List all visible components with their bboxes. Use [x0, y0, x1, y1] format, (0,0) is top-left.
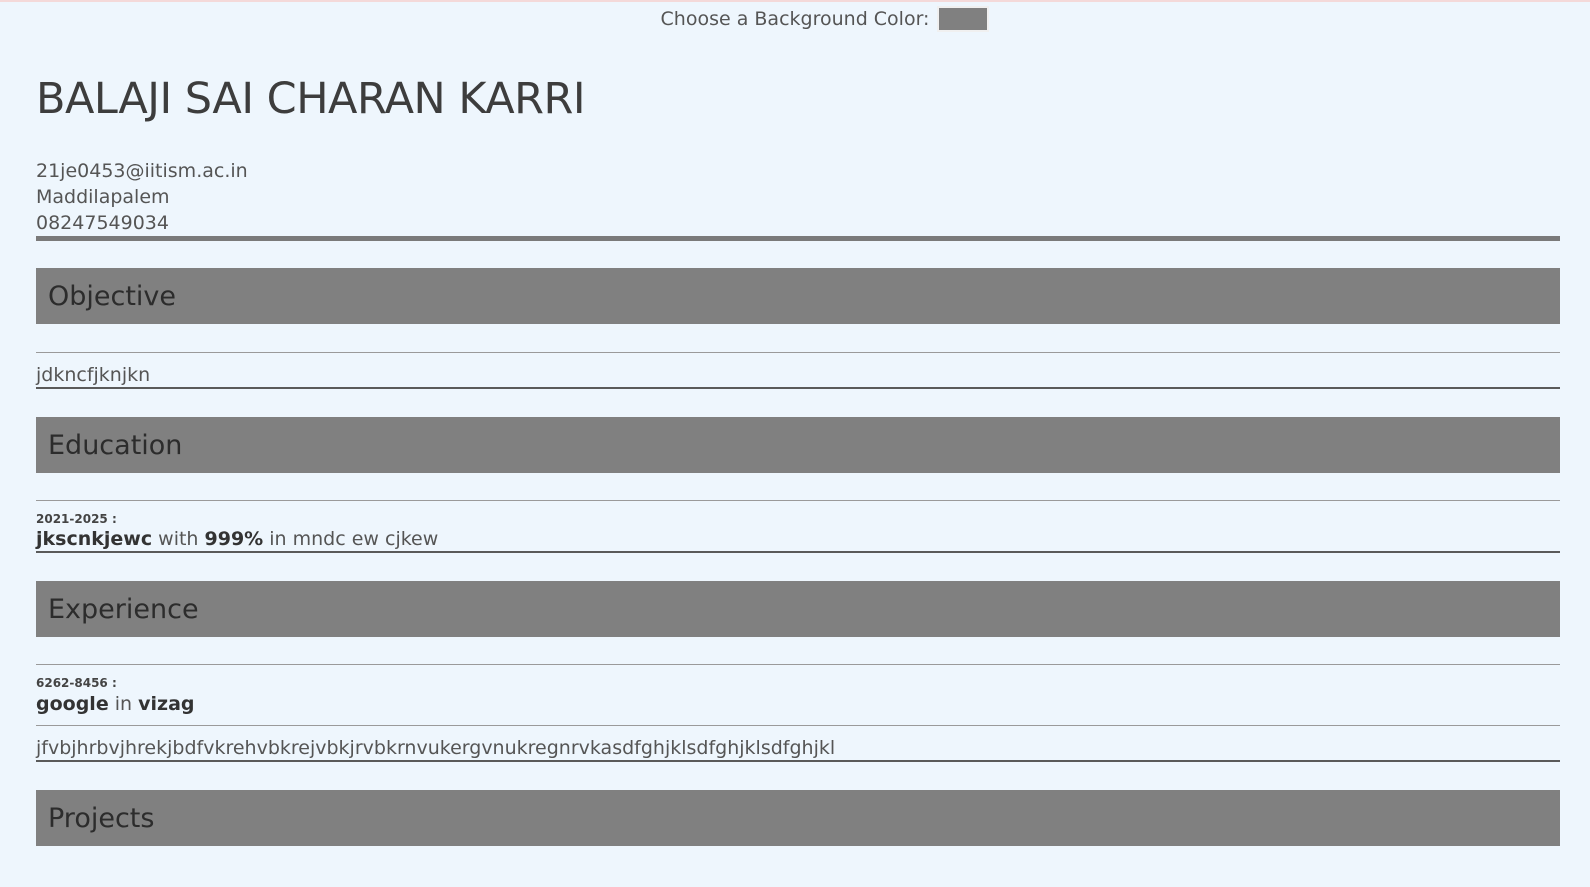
section-header-projects: Projects — [36, 790, 1560, 846]
experience-entry: google in vizag — [36, 691, 1560, 717]
top-border — [0, 0, 1590, 2]
experience-description: jfvbjhrbvjhrekjbdfvkrehvbkrejvbkjrvbkrnv… — [36, 737, 836, 759]
header-divider — [36, 236, 1560, 241]
divider — [36, 725, 1560, 726]
bg-color-label: Choose a Background Color: — [660, 8, 930, 30]
section-title-experience: Experience — [48, 593, 199, 625]
experience-company: google — [36, 693, 109, 715]
resume-name: BALAJI SAI CHARAN KARRI — [36, 74, 586, 124]
education-field: in mndc ew cjkew — [269, 528, 439, 550]
divider — [36, 387, 1560, 389]
experience-in: in — [114, 693, 133, 715]
divider — [36, 760, 1560, 762]
education-with: with — [158, 528, 199, 550]
experience-location: vizag — [138, 693, 195, 715]
section-title-projects: Projects — [48, 802, 155, 834]
education-score: 999% — [204, 528, 264, 550]
experience-dates: 6262-8456 : — [36, 676, 117, 690]
education-entry: jkscnkjewc with 999% in mndc ew cjkew — [36, 527, 1560, 551]
contact-address: Maddilapalem — [36, 186, 170, 208]
bg-color-picker-row: Choose a Background Color: — [0, 6, 1590, 32]
education-institution: jkscnkjewc — [36, 528, 153, 550]
objective-text: jdkncfjknjkn — [36, 364, 151, 386]
contact-email: 21je0453@iitism.ac.in — [36, 160, 248, 182]
divider — [36, 664, 1560, 665]
section-header-experience: Experience — [36, 581, 1560, 637]
contact-info: 21je0453@iitism.ac.in Maddilapalem 08247… — [36, 158, 1560, 236]
resume: BALAJI SAI CHARAN KARRI 21je0453@iitism.… — [36, 70, 1560, 846]
education-dates: 2021-2025 : — [36, 512, 117, 526]
divider — [36, 500, 1560, 501]
section-header-objective: Objective — [36, 268, 1560, 324]
divider — [36, 352, 1560, 353]
bg-color-swatch[interactable] — [937, 6, 990, 32]
divider — [36, 551, 1560, 553]
section-header-education: Education — [36, 417, 1560, 473]
section-title-education: Education — [48, 429, 183, 461]
section-title-objective: Objective — [48, 280, 177, 312]
contact-phone: 08247549034 — [36, 212, 169, 234]
